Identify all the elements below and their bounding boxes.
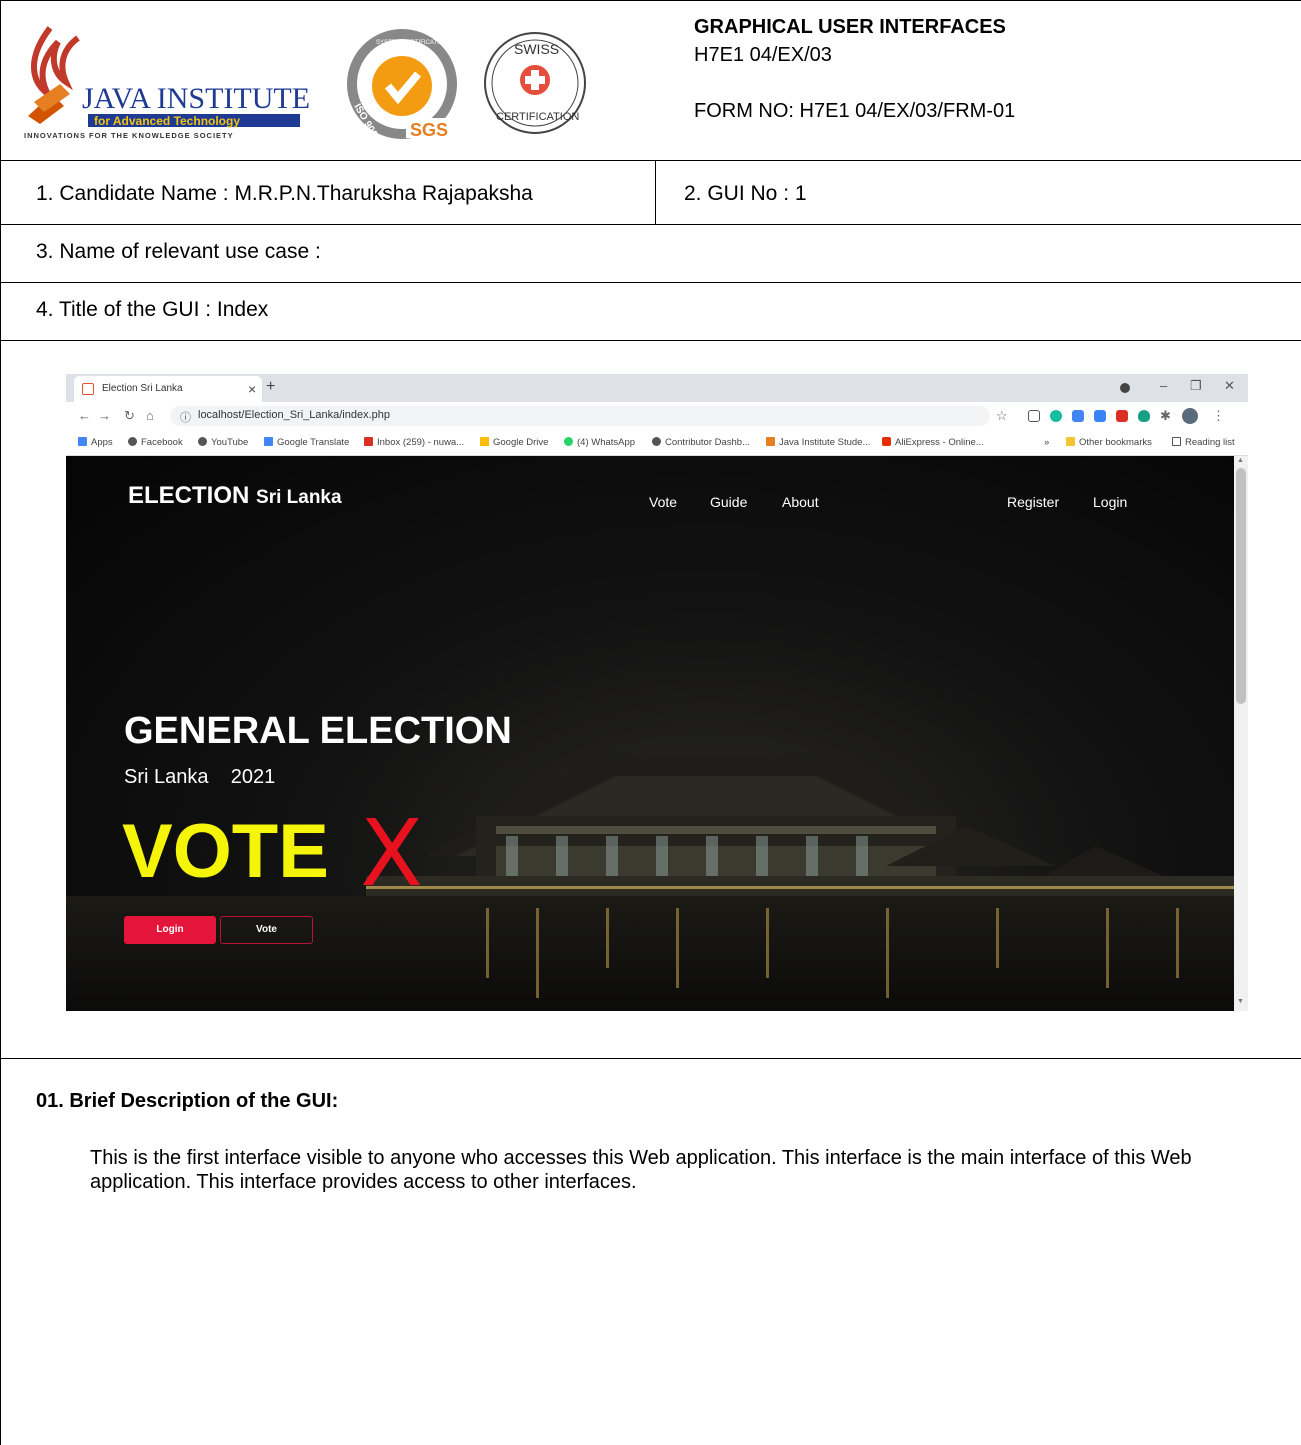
- svg-text:INNOVATIONS FOR THE KNOWLEDGE: INNOVATIONS FOR THE KNOWLEDGE SOCIETY: [24, 131, 234, 140]
- form-title: GRAPHICAL USER INTERFACES: [694, 16, 1006, 38]
- gui-title: 4. Title of the GUI : Index: [36, 298, 269, 321]
- new-tab-icon[interactable]: +: [266, 378, 275, 396]
- shield-extension-icon[interactable]: [1138, 410, 1150, 422]
- bookmark-google-drive[interactable]: Google Drive: [480, 437, 548, 448]
- website-viewport: ELECTION Sri Lanka Vote Guide About Regi…: [66, 456, 1234, 1011]
- row-divider: [0, 224, 1301, 225]
- bookmark-star-icon[interactable]: ☆: [996, 408, 1008, 424]
- whatsapp-icon: [564, 437, 573, 446]
- favicon-icon: [82, 383, 94, 395]
- description-body: This is the first interface visible to a…: [90, 1147, 1192, 1193]
- scroll-up-icon[interactable]: ▲: [1237, 457, 1244, 464]
- svg-text:ISO 9001: ISO 9001: [351, 102, 382, 140]
- home-icon[interactable]: ⌂: [146, 408, 154, 423]
- bookmarks-overflow[interactable]: »: [1044, 437, 1049, 448]
- column-divider: [655, 160, 656, 224]
- bookmark-java-institute[interactable]: Java Institute Stude...: [766, 437, 870, 448]
- url-text: localhost/Election_Sri_Lanka/index.php: [198, 409, 391, 421]
- nav-guide[interactable]: Guide: [710, 494, 747, 510]
- extension-icon[interactable]: [1028, 410, 1040, 422]
- hero-vote-text: VOTE: [122, 809, 329, 894]
- svg-text:SGS: SGS: [410, 120, 448, 140]
- gui-number: 2. GUI No : 1: [684, 182, 807, 205]
- form-number: FORM NO: H7E1 04/EX/03/FRM-01: [694, 100, 1016, 122]
- grammarly-icon[interactable]: [1050, 410, 1062, 422]
- folder-icon: [1066, 437, 1075, 446]
- swiss-certification-logo: SWISS CERTIFICATION: [484, 32, 586, 134]
- form-code: H7E1 04/EX/03: [694, 44, 832, 66]
- translate-icon: [264, 437, 273, 446]
- bookmark-reading-list[interactable]: Reading list: [1172, 437, 1235, 448]
- bookmark-whatsapp[interactable]: (4) WhatsApp: [564, 437, 635, 448]
- hero-title: GENERAL ELECTION: [124, 710, 512, 752]
- svg-text:SYSTEM CERTIFICATION: SYSTEM CERTIFICATION: [376, 40, 448, 46]
- scroll-thumb[interactable]: [1236, 468, 1246, 704]
- java-icon: [766, 437, 775, 446]
- site-brand[interactable]: ELECTION Sri Lanka: [128, 482, 342, 510]
- extension-icon[interactable]: [1094, 410, 1106, 422]
- nav-register[interactable]: Register: [1007, 494, 1059, 510]
- candidate-name: 1. Candidate Name : M.R.P.N.Tharuksha Ra…: [36, 182, 533, 205]
- gui-screenshot: Election Sri Lanka × + – ❐ ✕ ← → ↻ ⌂ ⓘ l…: [66, 374, 1248, 1011]
- back-icon[interactable]: ←: [78, 408, 91, 423]
- bookmark-youtube[interactable]: YouTube: [198, 437, 248, 448]
- globe-icon: [198, 437, 207, 446]
- pdf-extension-icon[interactable]: [1116, 410, 1128, 422]
- bookmark-contributor[interactable]: Contributor Dashb...: [652, 437, 750, 448]
- row-divider: [0, 1058, 1301, 1059]
- bookmarks-bar: Apps Facebook YouTube Google Translate I…: [66, 430, 1248, 456]
- extensions-puzzle-icon[interactable]: ✱: [1160, 408, 1171, 424]
- bookmark-google-translate[interactable]: Google Translate: [264, 437, 349, 448]
- url-field[interactable]: ⓘ localhost/Election_Sri_Lanka/index.php: [170, 406, 990, 426]
- bookmark-apps[interactable]: Apps: [78, 437, 113, 448]
- bookmark-gmail[interactable]: Inbox (259) - nuwa...: [364, 437, 464, 448]
- gmail-icon: [364, 437, 373, 446]
- hero-subtitle: Sri Lanka 2021: [124, 766, 276, 788]
- minimize-icon[interactable]: –: [1160, 378, 1167, 393]
- vote-cross-mark: X: [360, 800, 424, 907]
- globe-icon: [128, 437, 137, 446]
- svg-text:SWISS: SWISS: [514, 41, 559, 57]
- row-divider: [0, 282, 1301, 283]
- row-divider: [0, 160, 1301, 161]
- browser-tabstrip: Election Sri Lanka × + – ❐ ✕: [66, 374, 1248, 402]
- java-institute-logo: JAVA INSTITUTE for Advanced Technology I…: [24, 26, 310, 140]
- bookmark-aliexpress[interactable]: AliExpress - Online...: [882, 437, 984, 448]
- nav-vote[interactable]: Vote: [649, 494, 677, 510]
- reading-list-icon: [1172, 437, 1181, 446]
- svg-text:JAVA INSTITUTE: JAVA INSTITUTE: [82, 82, 310, 115]
- bookmark-other[interactable]: Other bookmarks: [1066, 437, 1152, 448]
- lake-reflection: [66, 896, 1234, 1011]
- nav-about[interactable]: About: [782, 494, 819, 510]
- forward-icon[interactable]: →: [98, 408, 111, 423]
- scroll-down-icon[interactable]: ▼: [1237, 998, 1244, 1005]
- reload-icon[interactable]: ↻: [124, 408, 135, 424]
- nav-login[interactable]: Login: [1093, 494, 1127, 510]
- row-divider: [0, 340, 1301, 341]
- translate-extension-icon[interactable]: [1072, 410, 1084, 422]
- window-close-icon[interactable]: ✕: [1224, 378, 1235, 394]
- sgs-certification-logo: SYSTEM CERTIFICATION ISO 9001 SGS: [347, 29, 457, 140]
- svg-text:for Advanced Technology: for Advanced Technology: [94, 114, 240, 128]
- avatar[interactable]: [1182, 408, 1198, 424]
- drive-icon: [480, 437, 489, 446]
- vote-button[interactable]: Vote: [220, 916, 313, 944]
- description-heading: 01. Brief Description of the GUI:: [36, 1090, 339, 1112]
- apps-grid-icon: [78, 437, 87, 446]
- aliexpress-icon: [882, 437, 891, 446]
- close-tab-icon[interactable]: ×: [248, 381, 256, 397]
- site-info-icon[interactable]: ⓘ: [180, 409, 191, 425]
- menu-icon[interactable]: ⋮: [1212, 408, 1225, 424]
- restore-icon[interactable]: ❐: [1190, 378, 1202, 394]
- browser-tab[interactable]: Election Sri Lanka ×: [74, 376, 262, 402]
- tab-title: Election Sri Lanka: [102, 383, 183, 394]
- svg-text:CERTIFICATION: CERTIFICATION: [496, 111, 579, 123]
- address-bar-row: ← → ↻ ⌂ ⓘ localhost/Election_Sri_Lanka/i…: [66, 402, 1248, 430]
- profile-indicator-icon[interactable]: [1120, 383, 1130, 393]
- login-button[interactable]: Login: [124, 916, 216, 944]
- use-case-name: 3. Name of relevant use case :: [36, 240, 321, 263]
- bookmark-facebook[interactable]: Facebook: [128, 437, 183, 448]
- globe-icon: [652, 437, 661, 446]
- scrollbar[interactable]: ▲ ▼: [1234, 456, 1248, 1011]
